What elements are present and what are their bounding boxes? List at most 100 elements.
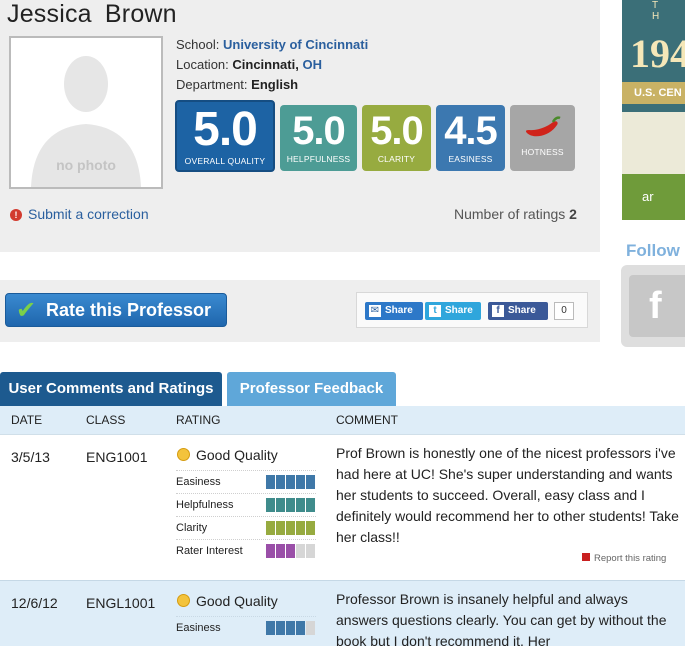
envelope-icon: ✉	[369, 305, 381, 317]
helpfulness-label: HELPFULNESS	[286, 154, 351, 164]
helpfulness-metric-label: Helpfulness	[176, 499, 234, 511]
rating-comment: Prof Brown is honestly one of the nicest…	[336, 445, 679, 545]
rating-segment	[276, 475, 285, 489]
ad-footer-text: ar	[642, 189, 654, 204]
rating-segment	[306, 544, 315, 558]
rating-class: ENGL1001	[86, 595, 156, 611]
twitter-share-label: Share	[445, 305, 473, 316]
checkmark-icon: ✔	[16, 297, 37, 324]
email-share-label: Share	[385, 305, 413, 316]
submit-correction-link[interactable]: ! Submit a correction	[10, 206, 149, 222]
school-link[interactable]: University of Cincinnati	[223, 37, 368, 52]
clarity-metric-label: Clarity	[176, 522, 208, 534]
share-box: ✉ Share t Share f Share 0	[356, 292, 588, 328]
rating-segment	[296, 498, 305, 512]
clarity-bars	[266, 521, 316, 538]
school-label: School:	[176, 37, 220, 52]
helpfulness-bars	[266, 498, 316, 515]
facebook-icon: f	[492, 305, 504, 317]
class-column-header: CLASS	[86, 413, 126, 427]
interest-bars	[266, 544, 316, 561]
facebook-share-label: Share	[508, 305, 536, 316]
rate-bar: ✔ Rate this Professor ✉ Share t Share f Sha…	[0, 280, 600, 342]
facebook-follow-tile[interactable]: f	[621, 265, 685, 347]
quality-label: Good Quality	[196, 447, 278, 463]
easiness-bars	[266, 475, 316, 492]
facebook-logo-icon: f	[629, 275, 685, 337]
city-separator: ,	[295, 57, 299, 72]
easiness-metric-label: Easiness	[176, 622, 221, 634]
no-photo-label: no photo	[56, 157, 116, 173]
rating-segment	[276, 521, 285, 535]
rating-segment	[286, 521, 295, 535]
interest-metric-label: Rater Interest	[176, 545, 243, 557]
location-line: Location: Cincinnati, OH	[176, 57, 322, 72]
easiness-bars	[266, 621, 316, 638]
city-value: Cincinnati	[232, 57, 296, 72]
email-share-button[interactable]: ✉ Share	[365, 302, 423, 320]
clarity-score: 5.0 CLARITY	[362, 105, 431, 171]
rating-segment	[286, 621, 295, 635]
hotness-score: HOTNESS	[510, 105, 575, 171]
ratings-count-label: Number of ratings	[454, 206, 566, 222]
alert-icon: !	[10, 209, 22, 221]
tab-professor-feedback[interactable]: Professor Feedback	[227, 372, 396, 406]
table-row: 3/5/13 ENG1001 Good Quality Easiness Hel…	[0, 434, 685, 581]
rating-segment	[266, 475, 275, 489]
rating-segment	[296, 475, 305, 489]
rating-comment: Professor Brown is insanely helpful and …	[336, 591, 667, 649]
follow-heading: Follow	[626, 241, 680, 260]
table-row: 12/6/12 ENGL1001 Good Quality Easiness P…	[0, 580, 685, 649]
clarity-value: 5.0	[370, 109, 424, 153]
report-rating-link[interactable]: Report this rating	[582, 553, 666, 564]
comment-column-header: COMMENT	[336, 413, 398, 427]
interest-metric: Rater Interest	[176, 539, 316, 562]
professor-photo: no photo	[9, 36, 163, 189]
advertisement[interactable]: T H 194 U.S. CEN ar	[622, 0, 685, 220]
rate-professor-button[interactable]: ✔ Rate this Professor	[5, 293, 227, 327]
rate-button-label: Rate this Professor	[46, 300, 212, 320]
easiness-metric: Easiness	[176, 470, 316, 493]
rating-date: 12/6/12	[11, 595, 58, 611]
twitter-icon: t	[429, 305, 441, 317]
location-label: Location:	[176, 57, 229, 72]
easiness-value: 4.5	[444, 109, 498, 153]
hotness-label: HOTNESS	[521, 147, 564, 157]
rating-segment	[306, 521, 315, 535]
rating-segment	[306, 498, 315, 512]
rating-date: 3/5/13	[11, 449, 50, 465]
report-rating-label: Report this rating	[594, 553, 667, 564]
quality-indicator: Good Quality	[177, 593, 278, 609]
correction-link-text: Submit a correction	[28, 206, 149, 222]
quality-indicator: Good Quality	[177, 447, 278, 463]
rating-segment	[266, 498, 275, 512]
rating-segment	[276, 498, 285, 512]
rating-class: ENG1001	[86, 449, 148, 465]
facebook-share-button[interactable]: f Share	[488, 302, 548, 320]
department-value: English	[251, 77, 299, 92]
rating-segment	[306, 475, 315, 489]
date-column-header: DATE	[11, 413, 43, 427]
last-name: Brown	[104, 0, 177, 28]
rating-segment	[296, 544, 305, 558]
rating-segment	[286, 544, 295, 558]
rating-segment	[286, 475, 295, 489]
flag-icon	[582, 553, 590, 561]
tab-user-comments[interactable]: User Comments and Ratings	[0, 372, 222, 406]
rating-segment	[286, 498, 295, 512]
easiness-metric: Easiness	[176, 616, 316, 639]
rating-segment	[266, 544, 275, 558]
rating-column-header: RATING	[176, 413, 221, 427]
easiness-label: EASINESS	[448, 154, 493, 164]
ad-footer: ar	[622, 174, 685, 220]
rating-segment	[306, 621, 315, 635]
clarity-metric: Clarity	[176, 516, 316, 539]
professor-name: Jessica Brown	[7, 0, 177, 29]
twitter-share-button[interactable]: t Share	[425, 302, 481, 320]
rating-segment	[296, 621, 305, 635]
helpfulness-metric: Helpfulness	[176, 493, 316, 516]
ad-top-text: T H	[652, 0, 666, 22]
overall-quality-score: 5.0 OVERALL QUALITY	[175, 100, 275, 172]
state-link[interactable]: OH	[302, 57, 322, 72]
department-line: Department: English	[176, 77, 298, 92]
